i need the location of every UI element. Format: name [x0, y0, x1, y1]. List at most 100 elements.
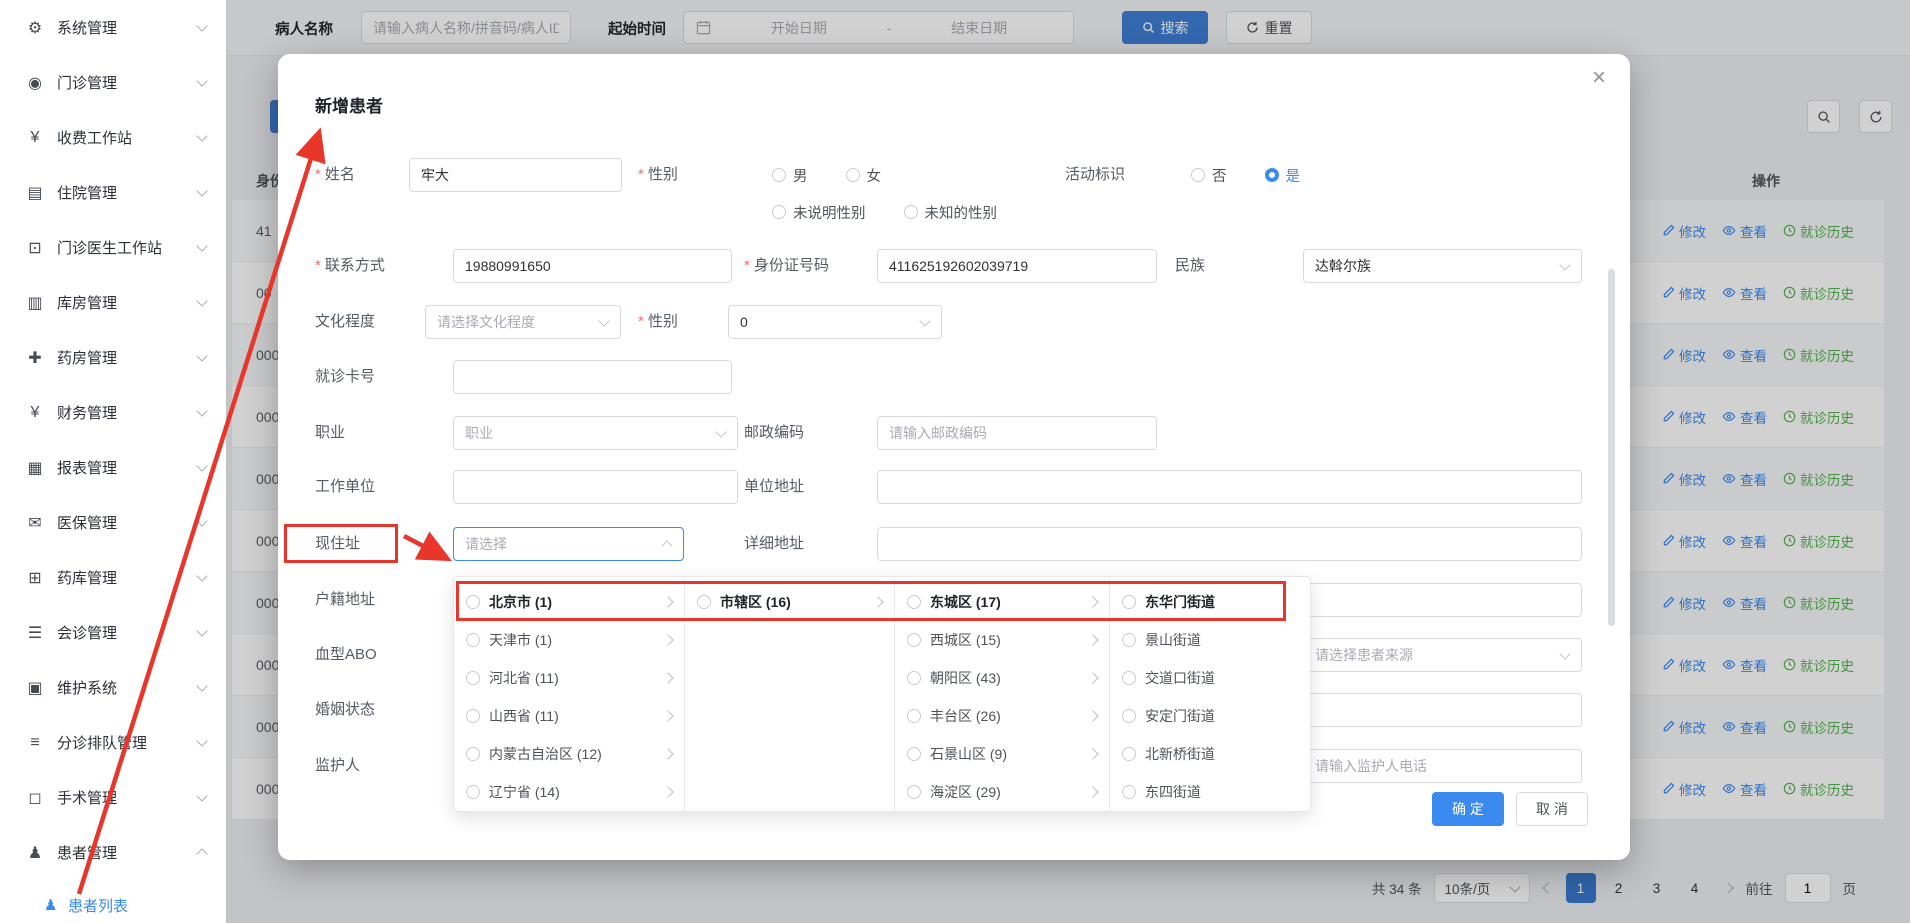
- cascader-option[interactable]: 安定门街道: [1110, 697, 1311, 735]
- chevron-right-icon: [1087, 634, 1098, 645]
- cascader-option-label: 山西省 (11): [489, 706, 655, 726]
- radio-icon[interactable]: [907, 633, 921, 647]
- cascader-option[interactable]: 丰台区 (26): [895, 697, 1109, 735]
- cascader-option[interactable]: 北新桥街道: [1110, 735, 1311, 773]
- cascader-option[interactable]: 交道口街道: [1110, 659, 1311, 697]
- sidebar-item-9[interactable]: ▦报表管理: [0, 440, 226, 495]
- radio-icon[interactable]: [1122, 595, 1136, 609]
- patient-source-placeholder: 请选择患者来源: [1315, 645, 1413, 665]
- id-number-input[interactable]: [877, 249, 1157, 283]
- sidebar-item-6[interactable]: ▥库房管理: [0, 275, 226, 330]
- blood-type-label: 血型ABO: [315, 638, 377, 672]
- radio-male[interactable]: 男: [772, 165, 808, 186]
- radio-icon[interactable]: [1122, 747, 1136, 761]
- inpatient-icon: ▤: [22, 183, 48, 203]
- radio-unknown-gender[interactable]: 未知的性别: [904, 202, 998, 223]
- radio-female[interactable]: 女: [846, 165, 882, 186]
- radio-icon[interactable]: [907, 595, 921, 609]
- sidebar-item-1[interactable]: ⚙系统管理: [0, 0, 226, 55]
- nation-select[interactable]: 达斡尔族: [1303, 249, 1582, 283]
- current-address-cascader-select[interactable]: 请选择: [453, 527, 684, 561]
- cascader-option[interactable]: 东城区 (17): [895, 583, 1109, 621]
- sidebar-item-16[interactable]: ♟患者管理: [0, 825, 226, 880]
- confirm-button[interactable]: 确 定: [1432, 792, 1504, 826]
- cascader-option-label: 市辖区 (16): [720, 592, 865, 612]
- radio-icon[interactable]: [466, 709, 480, 723]
- radio-icon[interactable]: [466, 671, 480, 685]
- radio-icon[interactable]: [907, 785, 921, 799]
- consultation-icon: ☰: [22, 623, 48, 643]
- radio-icon[interactable]: [907, 709, 921, 723]
- cascader-option-label: 辽宁省 (14): [489, 782, 655, 802]
- visit-card-input[interactable]: [453, 360, 732, 394]
- cascader-option[interactable]: 山西省 (11): [454, 697, 684, 735]
- sidebar-item-15[interactable]: ◻手术管理: [0, 770, 226, 825]
- unit-address-input[interactable]: [877, 470, 1582, 504]
- cascader-option[interactable]: 东四街道: [1110, 773, 1311, 811]
- cascader-option[interactable]: 西城区 (15): [895, 621, 1109, 659]
- cascader-option[interactable]: 景山街道: [1110, 621, 1311, 659]
- cascader-option[interactable]: 海淀区 (29): [895, 773, 1109, 811]
- radio-icon[interactable]: [1122, 709, 1136, 723]
- gender2-select[interactable]: 0: [728, 305, 942, 339]
- cascader-option[interactable]: 东华门街道: [1110, 583, 1311, 621]
- cascader-option[interactable]: 朝阳区 (43): [895, 659, 1109, 697]
- radio-icon[interactable]: [1122, 671, 1136, 685]
- detail-address-input[interactable]: [877, 527, 1582, 561]
- radio-icon[interactable]: [907, 671, 921, 685]
- radio-icon[interactable]: [697, 595, 711, 609]
- chevron-right-icon: [662, 786, 673, 797]
- sidebar-item-2[interactable]: ◉门诊管理: [0, 55, 226, 110]
- postal-code-input[interactable]: [877, 416, 1157, 450]
- close-icon[interactable]: ×: [1592, 66, 1606, 90]
- radio-icon[interactable]: [907, 747, 921, 761]
- sidebar-item-3[interactable]: ¥收费工作站: [0, 110, 226, 165]
- chevron-down-icon: [1559, 648, 1570, 659]
- sidebar-item-label: 报表管理: [57, 457, 198, 478]
- sidebar-item-7[interactable]: ✚药房管理: [0, 330, 226, 385]
- chevron-down-icon: [196, 185, 207, 196]
- modal-scrollbar[interactable]: [1608, 269, 1615, 626]
- chevron-down-icon: [196, 240, 207, 251]
- sidebar-item-label: 手术管理: [57, 787, 198, 808]
- radio-icon[interactable]: [466, 595, 480, 609]
- sidebar-item-8[interactable]: ¥财务管理: [0, 385, 226, 440]
- cancel-button[interactable]: 取 消: [1516, 792, 1588, 826]
- sidebar-item-14[interactable]: ≡分诊排队管理: [0, 715, 226, 770]
- sidebar-item-10[interactable]: ✉医保管理: [0, 495, 226, 550]
- sidebar-item-11[interactable]: ⊞药库管理: [0, 550, 226, 605]
- radio-icon[interactable]: [466, 747, 480, 761]
- contact-input[interactable]: [453, 249, 732, 283]
- radio-icon[interactable]: [466, 785, 480, 799]
- radio-unspecified-gender[interactable]: 未说明性别: [772, 202, 866, 223]
- radio-icon[interactable]: [1122, 785, 1136, 799]
- cascader-option[interactable]: 市辖区 (16): [685, 583, 894, 621]
- cascader-option[interactable]: 内蒙古自治区 (12): [454, 735, 684, 773]
- sidebar-item-5[interactable]: ⊡门诊医生工作站: [0, 220, 226, 275]
- radio-icon[interactable]: [1122, 633, 1136, 647]
- sidebar-item-12[interactable]: ☰会诊管理: [0, 605, 226, 660]
- chevron-down-icon: [919, 315, 930, 326]
- patient-source-select[interactable]: 请选择患者来源: [1303, 638, 1582, 672]
- cascader-option[interactable]: 河北省 (11): [454, 659, 684, 697]
- guardian-phone-input[interactable]: [1303, 749, 1582, 783]
- name-input[interactable]: [409, 158, 622, 192]
- cascader-option-label: 天津市 (1): [489, 630, 655, 650]
- occupation-select[interactable]: 职业: [453, 416, 738, 450]
- storeroom-icon: ▥: [22, 293, 48, 313]
- gender2-value: 0: [740, 314, 748, 330]
- cascader-option[interactable]: 辽宁省 (14): [454, 773, 684, 811]
- radio-icon: [772, 168, 786, 182]
- radio-yes[interactable]: 是: [1265, 165, 1301, 186]
- sidebar-subitem-patient-list[interactable]: ♟ 患者列表: [0, 880, 226, 923]
- radio-icon[interactable]: [466, 633, 480, 647]
- education-select[interactable]: 请选择文化程度: [425, 305, 621, 339]
- radio-no[interactable]: 否: [1191, 165, 1227, 186]
- work-unit-input[interactable]: [453, 470, 738, 504]
- cascader-option[interactable]: 北京市 (1): [454, 583, 684, 621]
- cascader-option[interactable]: 天津市 (1): [454, 621, 684, 659]
- sidebar-item-4[interactable]: ▤住院管理: [0, 165, 226, 220]
- active-flag-radio-group: 否 是: [1191, 158, 1338, 192]
- sidebar-item-13[interactable]: ▣维护系统: [0, 660, 226, 715]
- cascader-option[interactable]: 石景山区 (9): [895, 735, 1109, 773]
